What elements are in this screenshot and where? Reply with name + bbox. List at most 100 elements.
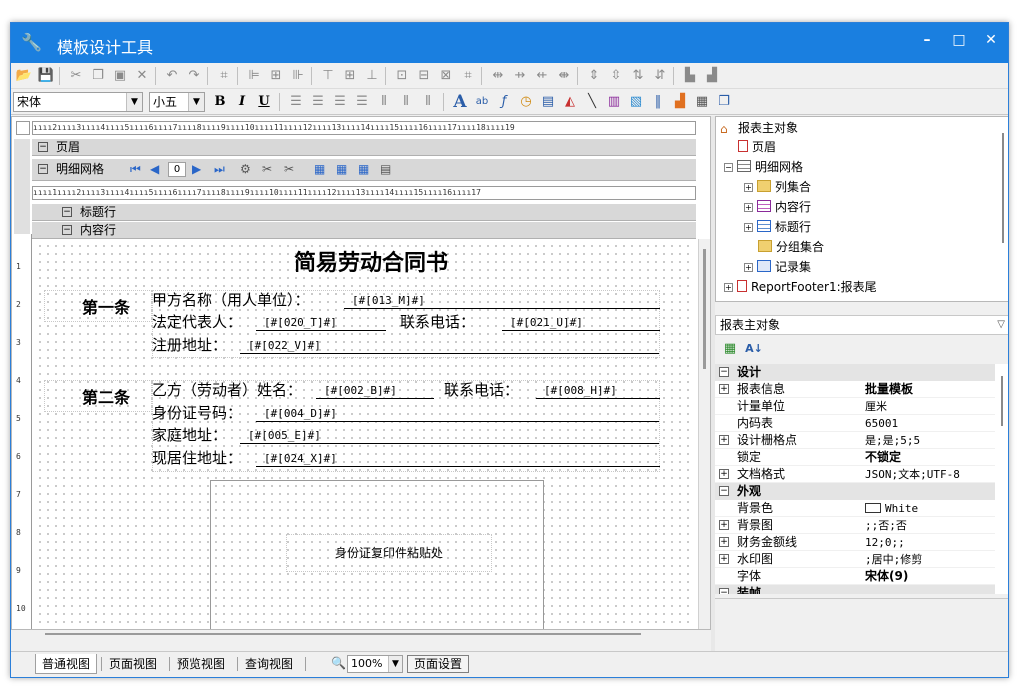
tab-page-view[interactable]: 页面视图 xyxy=(103,654,163,674)
expand-icon[interactable]: + xyxy=(744,263,753,272)
collapse-icon[interactable]: − xyxy=(62,225,72,235)
copy-icon[interactable]: ❐ xyxy=(89,67,107,85)
property-value[interactable]: ;居中;修剪 xyxy=(865,551,993,568)
text-align-left-icon[interactable]: ☰ xyxy=(287,93,305,111)
band-header[interactable]: − 页眉 xyxy=(32,139,696,156)
page-number-icon[interactable]: ▤ xyxy=(539,93,557,111)
v-space-remove-icon[interactable]: ⇵ xyxy=(651,67,669,85)
text-justify-icon[interactable]: ☰ xyxy=(353,93,371,111)
snap-icon[interactable]: ⌗ xyxy=(215,67,233,85)
grid-layout-icon[interactable]: ▦ xyxy=(336,161,347,178)
grid-tool-icon[interactable]: ⚙ xyxy=(240,161,251,178)
last-record-icon[interactable]: ⏭ xyxy=(214,161,225,178)
expand-icon[interactable]: + xyxy=(724,283,733,292)
tree-node-records[interactable]: + 记录集 xyxy=(744,259,811,275)
minimize-button[interactable]: – xyxy=(913,28,941,52)
grid-tool-icon[interactable]: ✂ xyxy=(284,161,294,178)
next-record-icon[interactable]: ▶ xyxy=(192,161,201,178)
grid-layout-icon[interactable]: ▤ xyxy=(380,161,391,178)
property-row[interactable]: + 财务金额线 12;0;; xyxy=(715,534,995,551)
expand-icon[interactable]: + xyxy=(744,203,753,212)
underline-button[interactable]: U xyxy=(255,93,273,111)
text-align-center-icon[interactable]: ☰ xyxy=(309,93,327,111)
barcode-tool-icon[interactable]: ▥ xyxy=(605,93,623,111)
delete-icon[interactable]: ✕ xyxy=(133,67,151,85)
property-row[interactable]: + 设计栅格点 是;是;5;5 xyxy=(715,432,995,449)
maximize-button[interactable]: □ xyxy=(945,28,973,52)
scrollbar-thumb[interactable] xyxy=(45,633,641,635)
horizontal-scrollbar[interactable] xyxy=(45,631,641,637)
collapse-icon[interactable]: − xyxy=(719,588,729,594)
property-value[interactable]: 厘米 xyxy=(865,398,993,415)
tree-node-footer[interactable]: + ReportFooter1:报表尾 xyxy=(724,279,877,295)
h-space-dec-icon[interactable]: ⇷ xyxy=(533,67,551,85)
property-row[interactable]: + 文档格式 JSON;文本;UTF-8 xyxy=(715,466,995,483)
chevron-down-icon[interactable]: ▼ xyxy=(188,93,204,111)
h-space-equal-icon[interactable]: ⇹ xyxy=(489,67,507,85)
v-space-equal-icon[interactable]: ⇕ xyxy=(585,67,603,85)
report-canvas[interactable]: 简易劳动合同书 第一条 甲方名称（用人单位）： [#[013_M]#] 法定代表… xyxy=(36,242,694,629)
record-index-input[interactable]: 0 xyxy=(168,162,186,177)
align-bottom-icon[interactable]: ⊥ xyxy=(363,67,381,85)
align-left-icon[interactable]: ⊫ xyxy=(245,67,263,85)
h-space-inc-icon[interactable]: ⇸ xyxy=(511,67,529,85)
category-binding[interactable]: − 装帧 xyxy=(715,585,995,594)
object-tree[interactable]: ⌂ 报表主对象 页眉 − 明细网格 + 列集合 + 内容行 + 标题行 分组集合 + 记录集… xyxy=(715,116,1008,302)
grid-size-icon[interactable]: ⌗ xyxy=(459,67,477,85)
scrollbar-thumb[interactable] xyxy=(1001,376,1003,426)
align-right-icon[interactable]: ⊪ xyxy=(289,67,307,85)
cut-icon[interactable]: ✂ xyxy=(67,67,85,85)
redo-icon[interactable]: ↷ xyxy=(185,67,203,85)
open-icon[interactable]: 📂 xyxy=(15,67,33,85)
text-tool-icon[interactable]: A xyxy=(451,93,469,111)
expand-icon[interactable]: + xyxy=(744,183,753,192)
band-content-row[interactable]: − 内容行 xyxy=(32,222,696,239)
property-row[interactable]: + 报表信息 批量模板 xyxy=(715,381,995,398)
tree-scrollbar[interactable] xyxy=(997,117,1008,301)
same-size-icon[interactable]: ⊡ xyxy=(393,67,411,85)
zoom-select[interactable]: 100% ▼ xyxy=(347,655,403,673)
image-tool-icon[interactable]: ▧ xyxy=(627,93,645,111)
report-title[interactable]: 简易劳动合同书 xyxy=(206,248,536,278)
align-top-icon[interactable]: ⊤ xyxy=(319,67,337,85)
clock-tool-icon[interactable]: ◷ xyxy=(517,93,535,111)
expand-icon[interactable]: + xyxy=(744,223,753,232)
tree-node-root[interactable]: ⌂ 报表主对象 xyxy=(720,120,798,136)
same-width-icon[interactable]: ⊟ xyxy=(415,67,433,85)
expand-icon[interactable]: + xyxy=(719,537,729,547)
categorized-icon[interactable]: ▦ xyxy=(721,340,739,358)
expand-icon[interactable]: − xyxy=(724,163,733,172)
first-record-icon[interactable]: ⏮ xyxy=(130,161,141,178)
text-align-right-icon[interactable]: ☰ xyxy=(331,93,349,111)
scrollbar-thumb[interactable] xyxy=(1002,133,1004,243)
property-value[interactable]: 65001 xyxy=(865,415,993,432)
property-value[interactable]: White xyxy=(865,500,993,517)
expand-icon[interactable]: + xyxy=(719,435,729,445)
property-scrollbar[interactable] xyxy=(995,364,1008,594)
chevron-down-icon[interactable]: ▽ xyxy=(997,316,1005,334)
collapse-icon[interactable]: − xyxy=(719,367,729,377)
v-space-dec-icon[interactable]: ⇅ xyxy=(629,67,647,85)
subreport-tool-icon[interactable]: ❐ xyxy=(715,93,733,111)
property-row[interactable]: 字体 宋体(9) xyxy=(715,568,995,585)
tree-node-groups[interactable]: 分组集合 xyxy=(758,239,824,255)
shape-tool-icon[interactable]: ◭ xyxy=(561,93,579,111)
property-value[interactable]: 是;是;5;5 xyxy=(865,432,993,449)
collapse-icon[interactable]: − xyxy=(719,486,729,496)
category-design[interactable]: − 设计 xyxy=(715,364,995,381)
property-value[interactable]: JSON;文本;UTF-8 xyxy=(865,466,993,483)
property-grid[interactable]: − 设计 + 报表信息 批量模板 计量单位 厘米 内码表 65001 + 设计栅格点 是;是;5;… xyxy=(715,364,995,594)
bring-front-icon[interactable]: ▙ xyxy=(681,67,699,85)
property-row[interactable]: 锁定 不锁定 xyxy=(715,449,995,466)
property-row[interactable]: 内码表 65001 xyxy=(715,415,995,432)
property-row[interactable]: + 水印图 ;居中;修剪 xyxy=(715,551,995,568)
property-row[interactable]: 背景色 White xyxy=(715,500,995,517)
v-space-inc-icon[interactable]: ⇳ xyxy=(607,67,625,85)
collapse-icon[interactable]: − xyxy=(38,164,48,174)
property-value[interactable]: 宋体(9) xyxy=(865,568,993,585)
expand-icon[interactable]: + xyxy=(719,554,729,564)
label-tool-icon[interactable]: ab xyxy=(473,93,491,111)
property-row[interactable]: + 背景图 ;;否;否 xyxy=(715,517,995,534)
same-height-icon[interactable]: ⊠ xyxy=(437,67,455,85)
expand-icon[interactable]: + xyxy=(719,469,729,479)
